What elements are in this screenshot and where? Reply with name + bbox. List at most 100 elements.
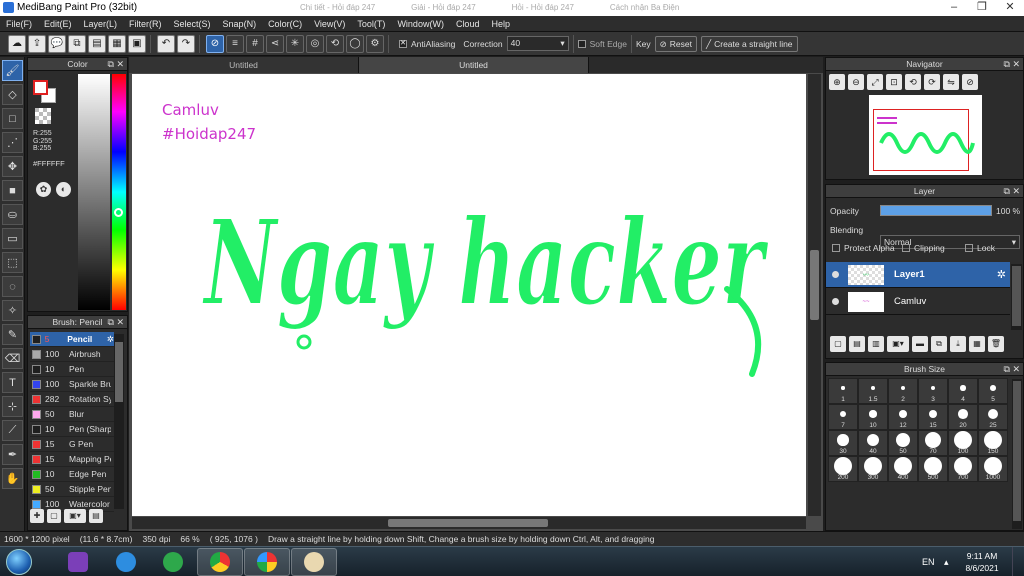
- curve-snap-icon[interactable]: ⟲: [326, 34, 344, 53]
- color-settings-icon[interactable]: ◐: [56, 182, 71, 197]
- grid-snap-icon[interactable]: #: [246, 34, 264, 53]
- reset-view-icon[interactable]: ⊘: [962, 74, 978, 90]
- brush-item[interactable]: 282 Rotation Sym: [30, 392, 114, 407]
- document-icon[interactable]: ▤: [88, 34, 106, 53]
- brush-size-cell[interactable]: 3: [918, 378, 948, 404]
- delete-layer-icon[interactable]: 🗑: [988, 336, 1004, 352]
- scrollbar-thumb[interactable]: [810, 250, 819, 320]
- gradient-tool-icon[interactable]: ▭: [2, 228, 23, 249]
- brush-size-cell[interactable]: 2: [888, 378, 918, 404]
- canvas-vertical-scrollbar[interactable]: [808, 74, 821, 516]
- new-layer-icon[interactable]: ▢: [830, 336, 846, 352]
- brush-size-cell[interactable]: 5: [978, 378, 1008, 404]
- vanishing-snap-icon[interactable]: ⋖: [266, 34, 284, 53]
- brush-size-cell[interactable]: 100: [948, 430, 978, 456]
- close-button[interactable]: ✕: [996, 0, 1024, 16]
- menu-cloud[interactable]: Cloud: [450, 16, 486, 32]
- clipping-checkbox[interactable]: Clipping: [902, 243, 945, 253]
- brush-item[interactable]: 5 Pencil ✲: [30, 332, 114, 347]
- brush-item[interactable]: 100 Sparkle Brush: [30, 377, 114, 392]
- foreground-color-swatch[interactable]: [33, 80, 48, 95]
- gallery-icon[interactable]: ▦: [108, 34, 126, 53]
- lasso-tool-icon[interactable]: ◌: [2, 276, 23, 297]
- brush-new-icon[interactable]: ▢: [47, 509, 61, 523]
- brush-size-cell[interactable]: 10: [858, 404, 888, 430]
- menu-edit[interactable]: Edit(E): [38, 16, 78, 32]
- brush-item[interactable]: 10 Edge Pen: [30, 467, 114, 482]
- blending-dropdown[interactable]: Normal ▾: [880, 235, 1020, 249]
- dot-brush-tool-icon[interactable]: ⋰: [2, 132, 23, 153]
- save-icon[interactable]: ▣: [128, 34, 146, 53]
- brush-size-cell[interactable]: 70: [918, 430, 948, 456]
- select-pen-tool-icon[interactable]: ✎: [2, 324, 23, 345]
- drawing-canvas[interactable]: Camluv #Hoidap247 Ngay hacker: [132, 74, 806, 516]
- add-layer-menu-icon[interactable]: ▣▾: [887, 336, 909, 352]
- panel-close-icon[interactable]: ⧉ ✕: [1004, 363, 1020, 376]
- taskbar-medibang[interactable]: [244, 548, 290, 576]
- radial-snap-icon[interactable]: ✳: [286, 34, 304, 53]
- new-halftone-layer-icon[interactable]: ▤: [849, 336, 865, 352]
- soft-edge-checkbox[interactable]: [577, 39, 586, 48]
- canvas-horizontal-scrollbar[interactable]: [132, 517, 806, 529]
- rotate-left-icon[interactable]: ⟲: [905, 74, 921, 90]
- flip-icon[interactable]: ⇋: [943, 74, 959, 90]
- scrollbar-thumb[interactable]: [1012, 266, 1021, 326]
- start-button-windows-icon[interactable]: [6, 549, 32, 575]
- menu-view[interactable]: View(V): [308, 16, 351, 32]
- merge-layer-icon[interactable]: ⤓: [950, 336, 966, 352]
- select-rect-tool-icon[interactable]: ⬚: [2, 252, 23, 273]
- brush-item[interactable]: 10 Pen: [30, 362, 114, 377]
- eyedropper-tool-icon[interactable]: ⟋: [2, 420, 23, 441]
- brush-size-cell[interactable]: 12: [888, 404, 918, 430]
- taskbar-visual-studio[interactable]: [55, 548, 101, 576]
- brush-item[interactable]: 50 Stipple Pen: [30, 482, 114, 497]
- brush-size-cell[interactable]: 500: [918, 456, 948, 482]
- brush-size-scrollbar[interactable]: [1012, 379, 1022, 529]
- brush-menu-icon[interactable]: ▣▾: [64, 509, 86, 523]
- menu-window[interactable]: Window(W): [391, 16, 450, 32]
- brush-size-cell[interactable]: 200: [828, 456, 858, 482]
- brush-size-cell[interactable]: 1.5: [858, 378, 888, 404]
- brush-size-cell[interactable]: 20: [948, 404, 978, 430]
- palette-icon[interactable]: ✿: [36, 182, 51, 197]
- layer-options-icon[interactable]: ▦: [969, 336, 985, 352]
- hue-slider-handle[interactable]: [114, 208, 123, 217]
- duplicate-layer-icon[interactable]: ⧉: [931, 336, 947, 352]
- taskbar-chrome[interactable]: [197, 548, 243, 576]
- protect-alpha-checkbox[interactable]: Protect Alpha: [832, 243, 895, 253]
- upload-icon[interactable]: ⇪: [28, 34, 46, 53]
- brush-size-cell[interactable]: 7: [828, 404, 858, 430]
- text-tool-icon[interactable]: T: [2, 372, 23, 393]
- show-desktop-button[interactable]: [1012, 547, 1024, 576]
- navigator-thumbnail[interactable]: [869, 95, 982, 175]
- menu-file[interactable]: File(F): [0, 16, 38, 32]
- copy-icon[interactable]: ⧉: [68, 34, 86, 53]
- brush-item[interactable]: 50 Blur: [30, 407, 114, 422]
- layer-list-scrollbar[interactable]: [1011, 264, 1022, 330]
- ellipse-snap-icon[interactable]: ◯: [346, 34, 364, 53]
- taskbar-coc-coc[interactable]: [150, 548, 196, 576]
- document-tab-active[interactable]: Untitled: [359, 57, 589, 73]
- select-eraser-tool-icon[interactable]: ⌫: [2, 348, 23, 369]
- snap-off-icon[interactable]: ⊘: [206, 34, 224, 53]
- menu-tool[interactable]: Tool(T): [351, 16, 391, 32]
- rotate-right-icon[interactable]: ⟳: [924, 74, 940, 90]
- brush-item[interactable]: 15 Mapping Pen: [30, 452, 114, 467]
- menu-help[interactable]: Help: [485, 16, 516, 32]
- brush-size-cell[interactable]: 50: [888, 430, 918, 456]
- fit-window-icon[interactable]: ⤢: [867, 74, 883, 90]
- menu-layer[interactable]: Layer(L): [78, 16, 124, 32]
- panel-close-icon[interactable]: ⧉ ✕: [108, 58, 124, 71]
- antialiasing-checkbox[interactable]: ✕: [399, 39, 407, 48]
- brush-size-cell[interactable]: 15: [918, 404, 948, 430]
- document-tab[interactable]: Untitled: [129, 57, 359, 73]
- brush-size-cell[interactable]: 30: [828, 430, 858, 456]
- menu-snap[interactable]: Snap(N): [217, 16, 263, 32]
- taskbar-clock[interactable]: 9:11 AM 8/6/2021: [956, 550, 1008, 574]
- layer-row-camluv[interactable]: ~~ Camluv: [826, 289, 1010, 315]
- opacity-slider[interactable]: [880, 205, 992, 216]
- menu-filter[interactable]: Filter(R): [123, 16, 168, 32]
- brush-size-cell[interactable]: 1: [828, 378, 858, 404]
- taskbar-internet-explorer[interactable]: [103, 548, 149, 576]
- panel-close-icon[interactable]: ⧉ ✕: [1004, 58, 1020, 71]
